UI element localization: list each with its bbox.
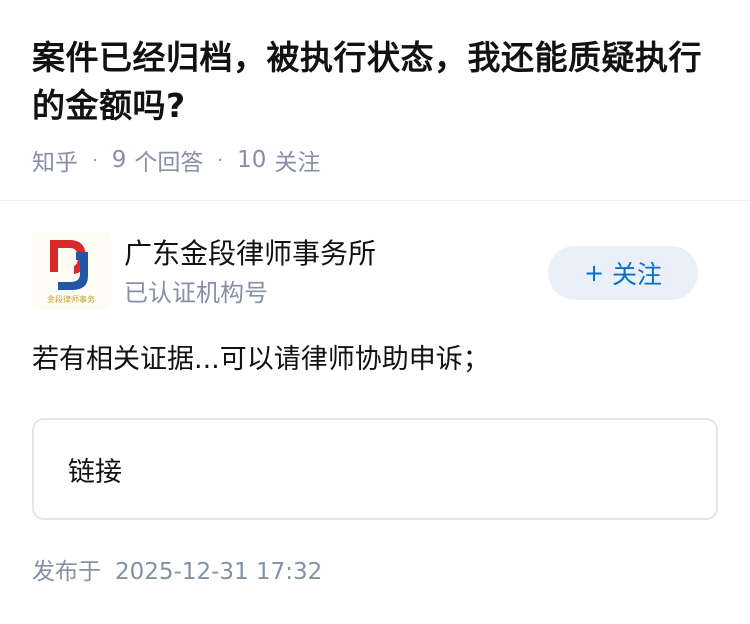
publish-label: 发布于	[32, 559, 101, 585]
plus-icon: +	[583, 259, 605, 287]
answers-label: 个回答	[134, 150, 204, 176]
answer-content: 若有相关证据...可以请律师协助申诉；	[32, 344, 490, 375]
publish-time: 2025-12-31 17:32	[115, 559, 323, 585]
site-name[interactable]: 知乎	[32, 143, 78, 177]
link-card-label: 链接	[68, 456, 122, 488]
law-firm-logo-icon: 金段律师事务	[32, 232, 110, 310]
meta-separator: ·	[217, 149, 224, 171]
question-title[interactable]: 案件已经归档，被执行状态，我还能质疑执行的金额吗?	[32, 34, 722, 130]
followers-label: 关注	[274, 150, 321, 176]
logo-caption: 金段律师事务	[47, 294, 95, 304]
author-avatar[interactable]: 金段律师事务	[32, 232, 110, 310]
follow-button[interactable]: + 关注	[548, 246, 698, 300]
verified-tag: 已认证机构号	[124, 279, 268, 307]
follow-label: 关注	[612, 260, 663, 289]
publish-info: 发布于 2025-12-31 17:32	[32, 555, 322, 589]
link-card[interactable]: 链接	[32, 418, 718, 520]
author-row: 金段律师事务 广东金段律师事务所 已认证机构号 + 关注	[32, 232, 718, 312]
question-meta: 知乎 · 9 个回答 · 10 关注	[32, 142, 320, 178]
author-name[interactable]: 广东金段律师事务所	[124, 234, 376, 274]
followers-count: 10	[237, 147, 267, 173]
answer-page: 案件已经归档，被执行状态，我还能质疑执行的金额吗? 知乎 · 9 个回答 · 1…	[0, 0, 750, 624]
meta-separator: ·	[92, 149, 98, 171]
answers-count: 9	[111, 147, 127, 173]
section-divider	[0, 200, 750, 201]
